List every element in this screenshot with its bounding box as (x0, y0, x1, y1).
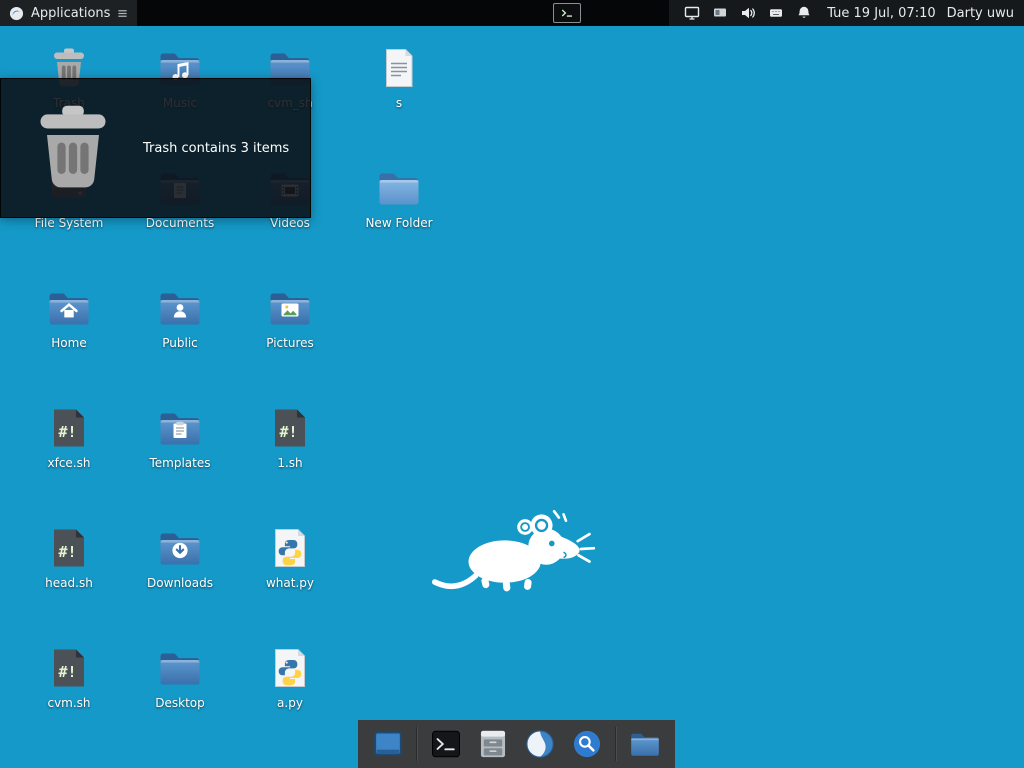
desktop-icon-new-folder[interactable]: New Folder (349, 164, 449, 231)
folder-icon (266, 284, 314, 332)
desktop-icon-home[interactable]: Home (19, 284, 119, 351)
dock-terminal-button[interactable] (427, 725, 465, 763)
tooltip-text: Trash contains 3 items (143, 140, 290, 156)
trash-icon (21, 96, 125, 200)
icon-label: Desktop (155, 696, 205, 710)
icon-label: Pictures (266, 336, 314, 350)
panel-clock[interactable]: Tue 19 Jul, 07:10 (827, 6, 935, 21)
python-icon (266, 644, 314, 692)
dock-search-button[interactable] (568, 725, 606, 763)
icon-label: New Folder (365, 216, 433, 230)
desktop-icon-what-py[interactable]: what.py (240, 524, 340, 591)
dock (358, 720, 675, 768)
script-icon: #! (266, 404, 314, 452)
icon-label: Home (51, 336, 87, 350)
browser-icon (523, 727, 557, 761)
desktop-icon-public[interactable]: Public (130, 284, 230, 351)
icon-label: Documents (145, 216, 215, 230)
display-tray-icon[interactable] (683, 5, 700, 22)
icon-label: cvm.sh (47, 696, 91, 710)
volume-tray-icon[interactable] (739, 5, 756, 22)
menu-lines-icon (117, 8, 128, 19)
workspaces-tray-icon[interactable] (711, 5, 728, 22)
icon-label: a.py (277, 696, 303, 710)
folder-icon (156, 524, 204, 572)
svg-text:#!: #! (58, 663, 76, 681)
desktop-icon-head-sh[interactable]: #! head.sh (19, 524, 119, 591)
dock-separator (416, 727, 418, 761)
panel-system-tray: Tue 19 Jul, 07:10 Darty uwu (669, 0, 1024, 26)
folder-new-icon (375, 164, 423, 212)
desktop-icon-s[interactable]: s (349, 44, 449, 111)
show-desktop-icon (371, 727, 405, 761)
applications-menu-button[interactable]: Applications (0, 0, 138, 26)
notifications-tray-icon[interactable] (795, 5, 812, 22)
trash-tooltip: Trash contains 3 items (0, 78, 311, 218)
icon-label: head.sh (45, 576, 93, 590)
icon-label: File System (34, 216, 104, 230)
desktop-icon-cvm-sh[interactable]: #! cvm.sh (19, 644, 119, 711)
icon-label: 1.sh (277, 456, 303, 470)
terminal-launcher-button[interactable] (553, 3, 581, 23)
dock-show-desktop-button[interactable] (369, 725, 407, 763)
script-icon: #! (45, 644, 93, 692)
icon-label: Videos (270, 216, 310, 230)
python-icon (266, 524, 314, 572)
svg-text:#!: #! (58, 543, 76, 561)
icon-label: xfce.sh (47, 456, 91, 470)
svg-text:#!: #! (279, 423, 297, 441)
desktop-icon-desktop[interactable]: Desktop (130, 644, 230, 711)
dock-file-folder-button[interactable] (626, 725, 664, 763)
icon-label: Downloads (147, 576, 213, 590)
panel-username[interactable]: Darty uwu (947, 6, 1014, 21)
terminal-icon (429, 727, 463, 761)
xubuntu-logo-icon (9, 6, 24, 21)
desktop-icon-xfce-sh[interactable]: #! xfce.sh (19, 404, 119, 471)
dock-file-manager-button[interactable] (474, 725, 512, 763)
file-manager-icon (476, 727, 510, 761)
file-folder-icon (628, 727, 662, 761)
desktop-icon-templates[interactable]: Templates (130, 404, 230, 471)
desktop-icon-1-sh[interactable]: #! 1.sh (240, 404, 340, 471)
folder-icon (156, 284, 204, 332)
folder-icon (156, 644, 204, 692)
dock-browser-button[interactable] (521, 725, 559, 763)
desktop-icon-downloads[interactable]: Downloads (130, 524, 230, 591)
svg-text:#!: #! (58, 423, 76, 441)
search-icon (570, 727, 604, 761)
icon-label: Templates (149, 456, 211, 470)
icon-label: s (395, 96, 403, 110)
icon-label: what.py (265, 576, 314, 590)
dock-separator (615, 727, 617, 761)
keyboard-tray-icon[interactable] (767, 5, 784, 22)
script-icon: #! (45, 404, 93, 452)
desktop-icon-a-py[interactable]: a.py (240, 644, 340, 711)
textfile-icon (375, 44, 423, 92)
top-panel: Applications Tue 19 Jul, 07:10 Darty uwu (0, 0, 1024, 26)
folder-icon (156, 404, 204, 452)
icon-label: Public (162, 336, 198, 350)
folder-icon (45, 284, 93, 332)
script-icon: #! (45, 524, 93, 572)
desktop-icon-pictures[interactable]: Pictures (240, 284, 340, 351)
applications-menu-label: Applications (31, 5, 111, 21)
